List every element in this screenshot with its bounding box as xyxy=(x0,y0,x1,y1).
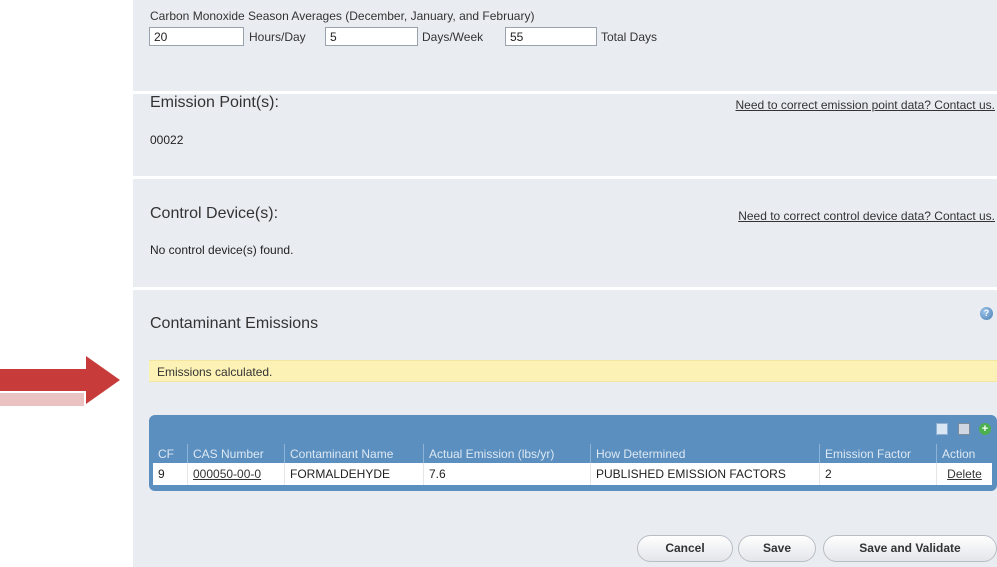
emissions-table: CF CAS Number Contaminant Name Actual Em… xyxy=(153,444,992,485)
contaminant-name-cell: FORMALDEHYDE xyxy=(284,463,424,485)
control-device-contact-link[interactable]: Need to correct control device data? Con… xyxy=(738,209,995,223)
emissions-grid: + CF CAS Number Contaminant Name Actual … xyxy=(149,415,997,491)
hours-per-day-input[interactable] xyxy=(149,27,244,46)
copy-icon[interactable] xyxy=(936,423,949,435)
save-button[interactable]: Save xyxy=(738,535,816,562)
season-title: Carbon Monoxide Season Averages (Decembe… xyxy=(150,9,535,23)
action-cell: Delete xyxy=(936,463,992,485)
cf-cell: 9 xyxy=(153,463,188,485)
emission-factor-cell: 2 xyxy=(819,463,937,485)
days-per-week-input[interactable] xyxy=(325,27,418,46)
table-row: 9 000050-00-0 FORMALDEHYDE 7.6 PUBLISHED… xyxy=(153,463,992,485)
hours-per-day-label: Hours/Day xyxy=(249,30,306,44)
table-header-row: CF CAS Number Contaminant Name Actual Em… xyxy=(153,444,992,463)
contaminant-emissions-title: Contaminant Emissions xyxy=(150,315,319,332)
emission-point-value: 00022 xyxy=(150,133,184,147)
column-header-action: Action xyxy=(936,444,992,463)
calculator-icon[interactable] xyxy=(957,423,970,435)
column-header-actual-emission[interactable]: Actual Emission (lbs/yr) xyxy=(423,444,591,463)
column-header-cf[interactable]: CF xyxy=(153,444,188,463)
emission-points-panel: Emission Point(s): Need to correct emiss… xyxy=(133,94,997,176)
control-devices-panel: Control Device(s): Need to correct contr… xyxy=(133,179,997,287)
cas-number-link[interactable]: 000050-00-0 xyxy=(193,467,261,481)
how-determined-cell: PUBLISHED EMISSION FACTORS xyxy=(590,463,820,485)
column-header-how-determined[interactable]: How Determined xyxy=(590,444,820,463)
contaminant-emissions-panel: Contaminant Emissions ? Emissions calcul… xyxy=(133,290,997,567)
add-icon[interactable]: + xyxy=(979,423,991,435)
actual-emission-cell: 7.6 xyxy=(423,463,591,485)
delete-link[interactable]: Delete xyxy=(947,467,982,481)
column-header-emission-factor[interactable]: Emission Factor xyxy=(819,444,937,463)
cas-number-cell: 000050-00-0 xyxy=(187,463,285,485)
control-devices-title: Control Device(s): xyxy=(150,205,279,222)
emission-point-contact-link[interactable]: Need to correct emission point data? Con… xyxy=(736,98,995,112)
total-days-label: Total Days xyxy=(601,30,658,44)
column-header-cas-number[interactable]: CAS Number xyxy=(187,444,285,463)
cancel-button[interactable]: Cancel xyxy=(637,535,733,562)
control-device-value: No control device(s) found. xyxy=(150,243,294,257)
days-per-week-label: Days/Week xyxy=(422,30,484,44)
grid-toolbar: + xyxy=(931,423,991,436)
red-arrow-icon xyxy=(0,356,120,406)
column-header-contaminant-name[interactable]: Contaminant Name xyxy=(284,444,424,463)
save-and-validate-button[interactable]: Save and Validate xyxy=(823,535,997,562)
season-averages-panel: Carbon Monoxide Season Averages (Decembe… xyxy=(133,0,997,91)
status-notice: Emissions calculated. xyxy=(149,360,997,382)
help-icon[interactable]: ? xyxy=(980,307,993,320)
total-days-input[interactable] xyxy=(505,27,597,46)
emission-points-title: Emission Point(s): xyxy=(150,94,279,111)
